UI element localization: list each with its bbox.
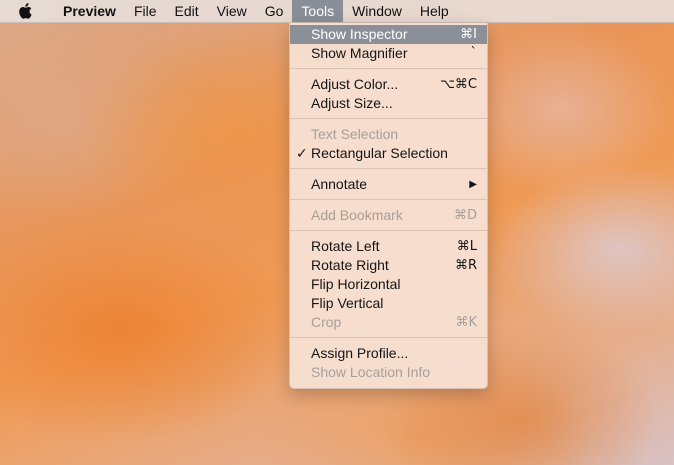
menu-item-crop: Crop ⌘K	[290, 313, 487, 332]
menu-item-adjust-size[interactable]: Adjust Size...	[290, 94, 487, 113]
menu-item-shortcut: ⌘K	[455, 315, 477, 330]
menu-item-label: Text Selection	[311, 126, 399, 142]
menu-item-label: Adjust Size...	[311, 95, 393, 111]
menu-item-label: Rotate Left	[311, 238, 380, 254]
menu-app-preview[interactable]: Preview	[54, 0, 125, 22]
menu-separator	[290, 199, 487, 200]
menu-bar: Preview File Edit View Go Tools Window H…	[0, 0, 674, 23]
submenu-arrow-icon: ▶	[469, 179, 477, 190]
menu-item-show-location-info: Show Location Info	[290, 363, 487, 382]
menu-separator	[290, 168, 487, 169]
menu-item-add-bookmark: Add Bookmark ⌘D	[290, 206, 487, 225]
menu-view[interactable]: View	[208, 0, 256, 22]
menu-item-show-magnifier[interactable]: Show Magnifier `	[290, 44, 487, 63]
menu-item-label: Show Magnifier	[311, 45, 408, 61]
menu-item-assign-profile[interactable]: Assign Profile...	[290, 344, 487, 363]
menu-go[interactable]: Go	[256, 0, 293, 22]
menu-item-label: Show Inspector	[311, 26, 408, 42]
menu-item-label: Adjust Color...	[311, 76, 399, 92]
menu-item-label: Crop	[311, 314, 342, 330]
menu-item-flip-horizontal[interactable]: Flip Horizontal	[290, 275, 487, 294]
menu-item-rectangular-selection[interactable]: ✓ Rectangular Selection	[290, 144, 487, 163]
menu-item-shortcut: ⌘R	[454, 258, 477, 273]
menu-item-label: Flip Vertical	[311, 295, 384, 311]
menu-file[interactable]: File	[125, 0, 166, 22]
desktop-background: Preview File Edit View Go Tools Window H…	[0, 0, 674, 465]
menu-item-annotate[interactable]: Annotate ▶	[290, 175, 487, 194]
menu-separator	[290, 337, 487, 338]
menu-item-label: Show Location Info	[311, 364, 431, 380]
menu-item-text-selection: Text Selection	[290, 125, 487, 144]
menu-item-shortcut: ⌘D	[453, 208, 477, 223]
menu-item-label: Add Bookmark	[311, 207, 403, 223]
tools-dropdown-menu: Show Inspector ⌘I Show Magnifier ` Adjus…	[289, 23, 488, 389]
menu-item-label: Rectangular Selection	[311, 145, 448, 161]
menu-item-rotate-right[interactable]: Rotate Right ⌘R	[290, 256, 487, 275]
menu-help[interactable]: Help	[411, 0, 458, 22]
menu-item-shortcut: ⌘I	[460, 27, 477, 42]
menu-item-label: Annotate	[311, 176, 368, 192]
apple-logo-icon[interactable]	[18, 3, 32, 19]
menu-item-flip-vertical[interactable]: Flip Vertical	[290, 294, 487, 313]
menu-item-rotate-left[interactable]: Rotate Left ⌘L	[290, 237, 487, 256]
menu-edit[interactable]: Edit	[166, 0, 208, 22]
menu-item-show-inspector[interactable]: Show Inspector ⌘I	[290, 25, 487, 44]
menu-separator	[290, 118, 487, 119]
menu-item-label: Assign Profile...	[311, 345, 409, 361]
checkmark-icon: ✓	[296, 145, 308, 161]
menu-item-shortcut: ⌥⌘C	[439, 77, 477, 92]
menu-item-shortcut: ⌘L	[456, 239, 477, 254]
menu-tools[interactable]: Tools	[292, 0, 344, 22]
menu-separator	[290, 230, 487, 231]
menu-item-label: Rotate Right	[311, 257, 389, 273]
menu-separator	[290, 68, 487, 69]
menu-item-shortcut: `	[470, 46, 478, 61]
menu-window[interactable]: Window	[343, 0, 411, 22]
menu-item-adjust-color[interactable]: Adjust Color... ⌥⌘C	[290, 75, 487, 94]
menu-item-label: Flip Horizontal	[311, 276, 401, 292]
